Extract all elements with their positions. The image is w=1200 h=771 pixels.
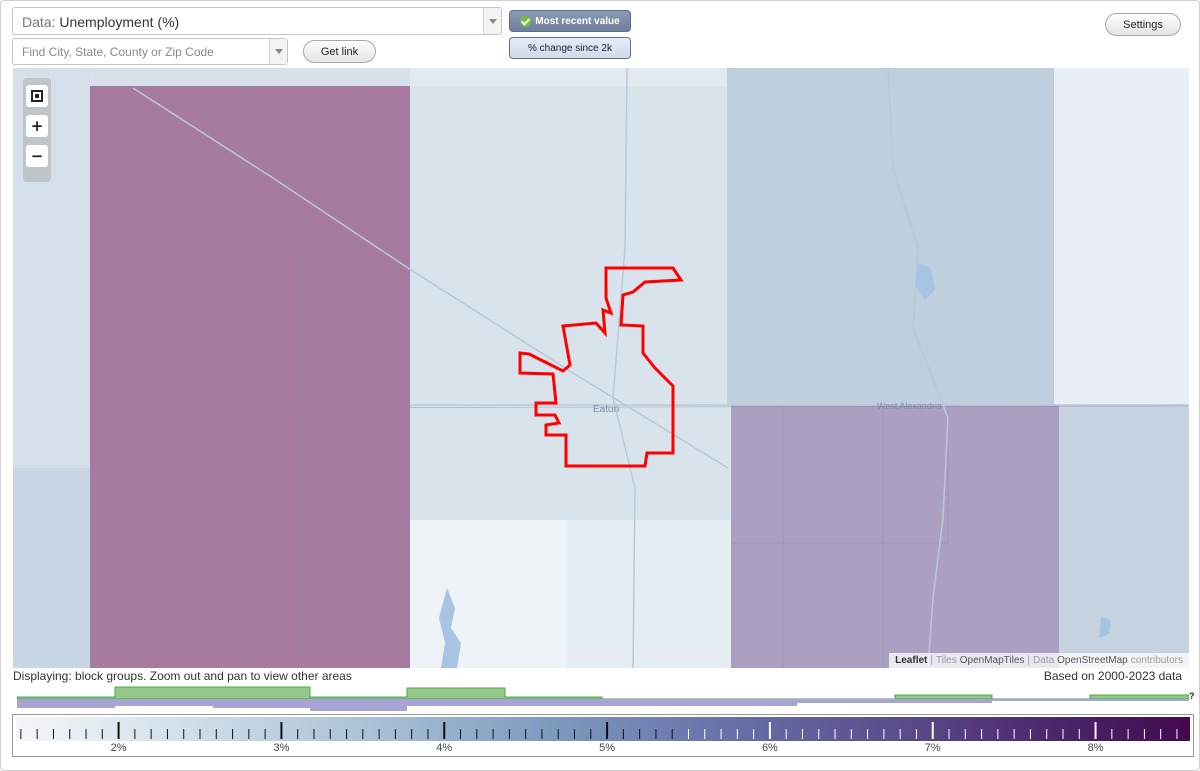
attribution-suffix: contributors — [1130, 655, 1183, 666]
block-group-region — [731, 405, 1059, 668]
block-group-region — [90, 68, 410, 86]
attribution-tiles-prefix: Tiles — [935, 655, 957, 666]
get-link-button[interactable]: Get link — [303, 40, 376, 63]
location-search — [12, 38, 288, 65]
fullscreen-button[interactable] — [26, 85, 48, 107]
zoom-in-button[interactable]: + — [26, 115, 48, 137]
histogram-reference-bars — [17, 699, 1189, 711]
attribution-separator: | — [930, 655, 933, 666]
block-group-region — [410, 520, 566, 668]
zoom-out-button[interactable]: − — [26, 145, 48, 167]
data-years-note: Based on 2000-2023 data — [1043, 669, 1182, 683]
fullscreen-icon — [31, 90, 43, 102]
data-selector-text: Data: Unemployment (%) — [22, 14, 179, 30]
legend-label-4: 4% — [436, 742, 453, 754]
check-icon — [520, 15, 532, 27]
settings-button[interactable]: Settings — [1105, 13, 1181, 36]
map-layer — [13, 68, 1189, 668]
data-prefix: Data: — [22, 14, 56, 30]
attribution-openmaptiles-link[interactable]: OpenMapTiles — [960, 655, 1025, 666]
percent-change-label: % change since 2k — [528, 42, 612, 54]
data-selector[interactable]: Data: Unemployment (%) — [12, 7, 502, 35]
map-widget: Data: Unemployment (%) Get link Most rec… — [0, 0, 1200, 771]
zoom-controls: + − — [23, 78, 51, 182]
block-group-region — [410, 68, 728, 520]
chevron-down-icon[interactable] — [483, 8, 501, 34]
block-group-region — [1059, 405, 1189, 668]
block-group-region — [1054, 68, 1189, 405]
attribution-leaflet-link[interactable]: Leaflet — [895, 655, 927, 666]
block-group-region — [90, 86, 410, 668]
attribution-data-prefix: Data — [1033, 655, 1055, 666]
legend-label-3: 3% — [273, 742, 290, 754]
block-group-region — [13, 468, 90, 668]
most-recent-label: Most recent value — [535, 15, 620, 27]
place-label-west-alexandria: West Alexandria — [877, 401, 942, 411]
legend-label-7: 7% — [924, 742, 941, 754]
legend-label-2: 2% — [110, 742, 127, 754]
help-icon[interactable]: ? — [1189, 691, 1195, 701]
legend-label-6: 6% — [761, 742, 778, 754]
map-canvas[interactable]: Eaton West Alexandria + − Leaflet | Tile… — [13, 68, 1189, 668]
data-value: Unemployment (%) — [59, 14, 180, 30]
place-label-eaton: Eaton — [593, 404, 620, 415]
color-legend: 2% 3% 4% 5% 6% 7% 8% — [12, 714, 1194, 757]
block-group-region — [410, 68, 728, 86]
legend-label-5: 5% — [599, 742, 616, 754]
most-recent-value-toggle[interactable]: Most recent value — [509, 10, 631, 32]
block-group-region — [566, 520, 731, 668]
attribution-separator-2: | — [1027, 655, 1031, 666]
display-level-note: Displaying: block groups. Zoom out and p… — [13, 669, 352, 683]
search-dropdown-arrow-icon[interactable] — [269, 39, 287, 64]
value-distribution-histogram — [17, 686, 1189, 711]
attribution-openstreetmap-link[interactable]: OpenStreetMap — [1057, 655, 1128, 666]
percent-change-toggle[interactable]: % change since 2k — [509, 37, 631, 59]
location-search-input[interactable] — [13, 39, 269, 64]
map-attribution: Leaflet | Tiles OpenMapTiles | Data Open… — [889, 653, 1189, 668]
legend-label-8: 8% — [1087, 742, 1104, 754]
histogram-current-bars — [17, 686, 1189, 700]
